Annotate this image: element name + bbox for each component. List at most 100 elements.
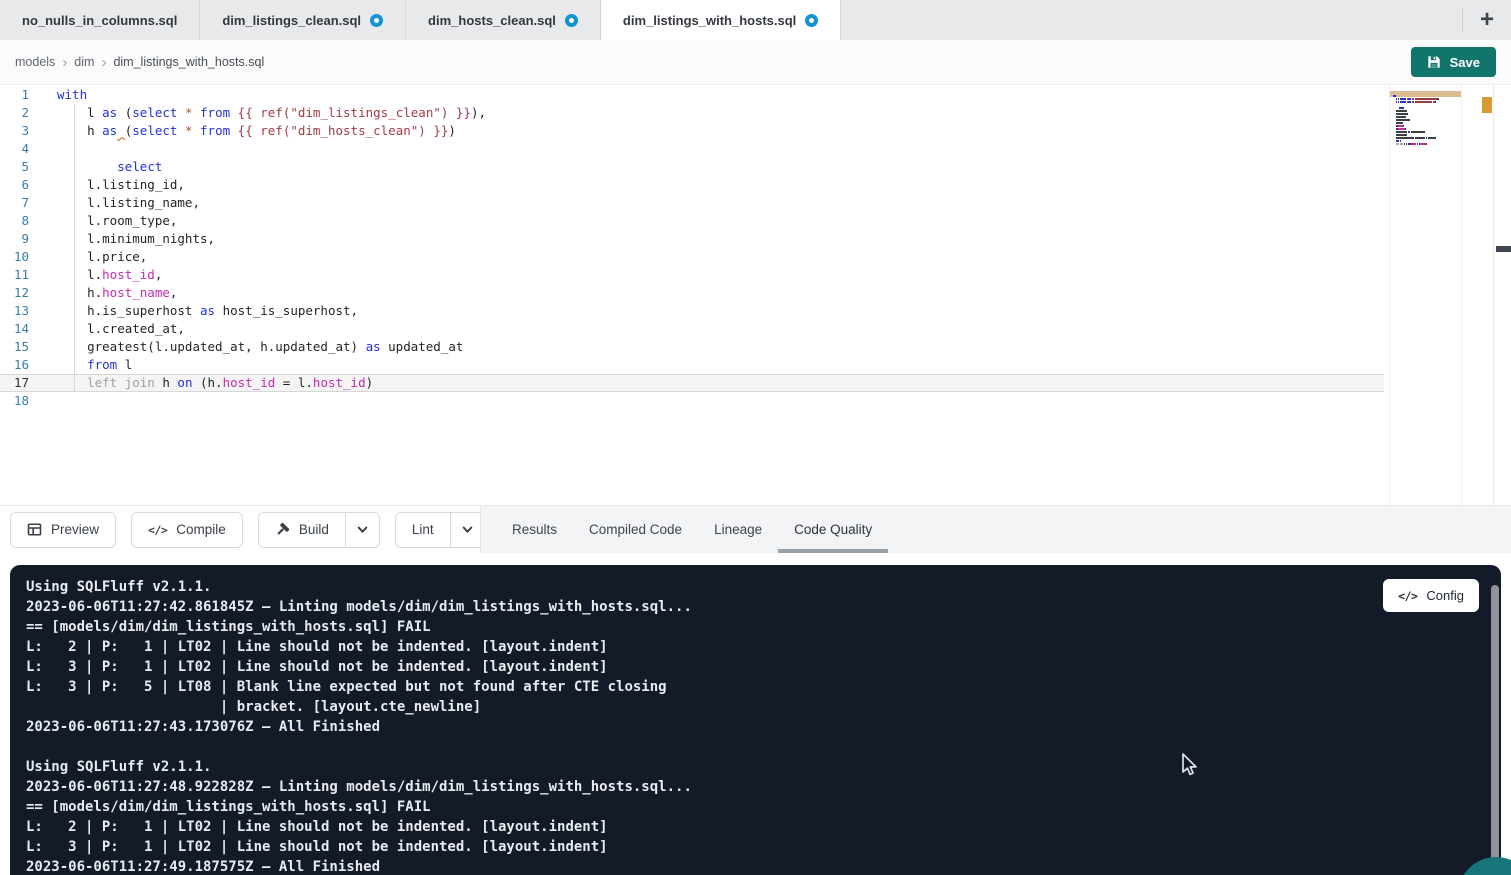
panel-tab-code-quality[interactable]: Code Quality [778, 506, 888, 553]
line-number: 16 [0, 356, 29, 374]
code-line[interactable]: l.listing_name, [57, 194, 1381, 212]
line-number: 18 [0, 392, 29, 410]
new-tab-button[interactable]: + [1463, 0, 1511, 40]
build-button-group: Build [258, 512, 380, 548]
build-button[interactable]: Build [258, 512, 345, 548]
line-number: 7 [0, 194, 29, 212]
lint-button[interactable]: Lint [395, 512, 450, 548]
code-line[interactable] [57, 140, 1381, 158]
code-line[interactable]: h as (select * from {{ ref("dim_hosts_cl… [57, 122, 1381, 140]
terminal-line: Using SQLFluff v2.1.1. [26, 577, 1485, 597]
minimap[interactable] [1389, 85, 1462, 505]
panel-tab-results[interactable]: Results [496, 506, 573, 553]
tab-bar-spacer [841, 0, 1462, 40]
code-line[interactable]: l as (select * from {{ ref("dim_listings… [57, 104, 1381, 122]
line-number: 13 [0, 302, 29, 320]
code-line[interactable]: l.listing_id, [57, 176, 1381, 194]
config-button[interactable]: </> Config [1383, 579, 1479, 612]
line-number-gutter: 123456789101112131415161718 [0, 86, 47, 410]
panel-tab-compiled-code[interactable]: Compiled Code [573, 506, 698, 553]
line-number: 9 [0, 230, 29, 248]
line-number: 2 [0, 104, 29, 122]
code-editor[interactable]: 123456789101112131415161718 with l as (s… [0, 85, 1511, 505]
code-line[interactable] [57, 392, 1381, 410]
save-button[interactable]: Save [1411, 47, 1496, 77]
terminal-panel: Using SQLFluff v2.1.1.2023-06-06T11:27:4… [10, 565, 1501, 875]
config-button-label: Config [1426, 588, 1464, 603]
terminal-line: == [models/dim/dim_listings_with_hosts.s… [26, 797, 1485, 817]
build-button-label: Build [299, 522, 329, 537]
save-icon [1427, 55, 1441, 69]
line-number: 10 [0, 248, 29, 266]
code-line[interactable]: h.host_name, [57, 284, 1381, 302]
compile-button[interactable]: </> Compile [131, 512, 243, 548]
dbt-cloud-ide: no_nulls_in_columns.sqldim_listings_clea… [0, 0, 1511, 875]
unsaved-changes-dot [565, 14, 578, 27]
line-number: 17 [0, 374, 29, 392]
table-grid-icon [27, 522, 42, 537]
terminal-line: | bracket. [layout.cte_newline] [26, 697, 1485, 717]
line-number: 5 [0, 158, 29, 176]
file-tab[interactable]: dim_listings_with_hosts.sql [601, 0, 841, 40]
file-tab-label: dim_hosts_clean.sql [428, 13, 556, 28]
result-panel-tabs: ResultsCompiled CodeLineageCode Quality [480, 506, 1511, 553]
code-line[interactable]: l.created_at, [57, 320, 1381, 338]
code-line[interactable]: from l [57, 356, 1381, 374]
terminal-line: 2023-06-06T11:27:43.173076Z – All Finish… [26, 717, 1485, 737]
code-line[interactable]: greatest(l.updated_at, h.updated_at) as … [57, 338, 1381, 356]
breadcrumb-bar: models›dim›dim_listings_with_hosts.sql S… [0, 40, 1511, 85]
terminal-scrollbar[interactable] [1491, 585, 1499, 875]
terminal-line: L: 3 | P: 1 | LT02 | Line should not be … [26, 837, 1485, 857]
line-number: 15 [0, 338, 29, 356]
line-number: 4 [0, 140, 29, 158]
panel-tab-lineage[interactable]: Lineage [698, 506, 778, 553]
file-tab[interactable]: dim_hosts_clean.sql [406, 0, 601, 40]
line-number: 8 [0, 212, 29, 230]
lint-button-label: Lint [412, 522, 434, 537]
action-buttons: Preview </> Compile Build [0, 506, 480, 553]
open-file-tabs: no_nulls_in_columns.sqldim_listings_clea… [0, 0, 841, 40]
code-content[interactable]: with l as (select * from {{ ref("dim_lis… [57, 86, 1381, 410]
code-line[interactable]: l.host_id, [57, 266, 1381, 284]
code-line[interactable]: select [57, 158, 1381, 176]
scroll-position-marker [1496, 246, 1511, 252]
line-number: 6 [0, 176, 29, 194]
chevron-down-icon [461, 523, 474, 536]
build-dropdown-button[interactable] [345, 512, 380, 548]
code-line[interactable]: h.is_superhost as host_is_superhost, [57, 302, 1381, 320]
hammer-icon [275, 522, 290, 537]
breadcrumb-item[interactable]: models [15, 55, 55, 69]
preview-button-label: Preview [51, 522, 99, 537]
terminal-line: 2023-06-06T11:27:42.861845Z – Linting mo… [26, 597, 1485, 617]
terminal-line: 2023-06-06T11:27:49.187575Z – All Finish… [26, 857, 1485, 875]
code-line[interactable]: l.minimum_nights, [57, 230, 1381, 248]
terminal-line: 2023-06-06T11:27:48.922828Z – Linting mo… [26, 777, 1485, 797]
line-number: 11 [0, 266, 29, 284]
breadcrumb-item[interactable]: dim [74, 55, 94, 69]
file-tab[interactable]: dim_listings_clean.sql [200, 0, 406, 40]
code-line[interactable]: l.room_type, [57, 212, 1381, 230]
overview-ruler [1493, 85, 1494, 505]
code-brackets-icon: </> [148, 523, 167, 537]
terminal-line: L: 3 | P: 5 | LT08 | Blank line expected… [26, 677, 1485, 697]
chevron-right-icon: › [101, 55, 106, 70]
line-number: 1 [0, 86, 29, 104]
terminal-line: L: 2 | P: 1 | LT02 | Line should not be … [26, 817, 1485, 837]
preview-button[interactable]: Preview [10, 512, 116, 548]
warning-marker [1482, 97, 1492, 113]
save-button-label: Save [1450, 55, 1480, 70]
action-toolbar: Preview </> Compile Build [0, 505, 1511, 553]
breadcrumb-item[interactable]: dim_listings_with_hosts.sql [113, 55, 264, 69]
terminal-line: == [models/dim/dim_listings_with_hosts.s… [26, 617, 1485, 637]
terminal-line [26, 737, 1485, 757]
code-brackets-icon: </> [1398, 589, 1417, 603]
chevron-down-icon [356, 523, 369, 536]
code-line[interactable]: l.price, [57, 248, 1381, 266]
file-tab-label: dim_listings_with_hosts.sql [623, 13, 796, 28]
file-tab[interactable]: no_nulls_in_columns.sql [0, 0, 200, 40]
code-line[interactable]: left join h on (h.host_id = l.host_id) [57, 374, 1381, 392]
breadcrumb: models›dim›dim_listings_with_hosts.sql [15, 55, 264, 70]
terminal-line: L: 3 | P: 1 | LT02 | Line should not be … [26, 657, 1485, 677]
minimap-lines [1393, 88, 1458, 141]
code-line[interactable]: with [57, 86, 1381, 104]
